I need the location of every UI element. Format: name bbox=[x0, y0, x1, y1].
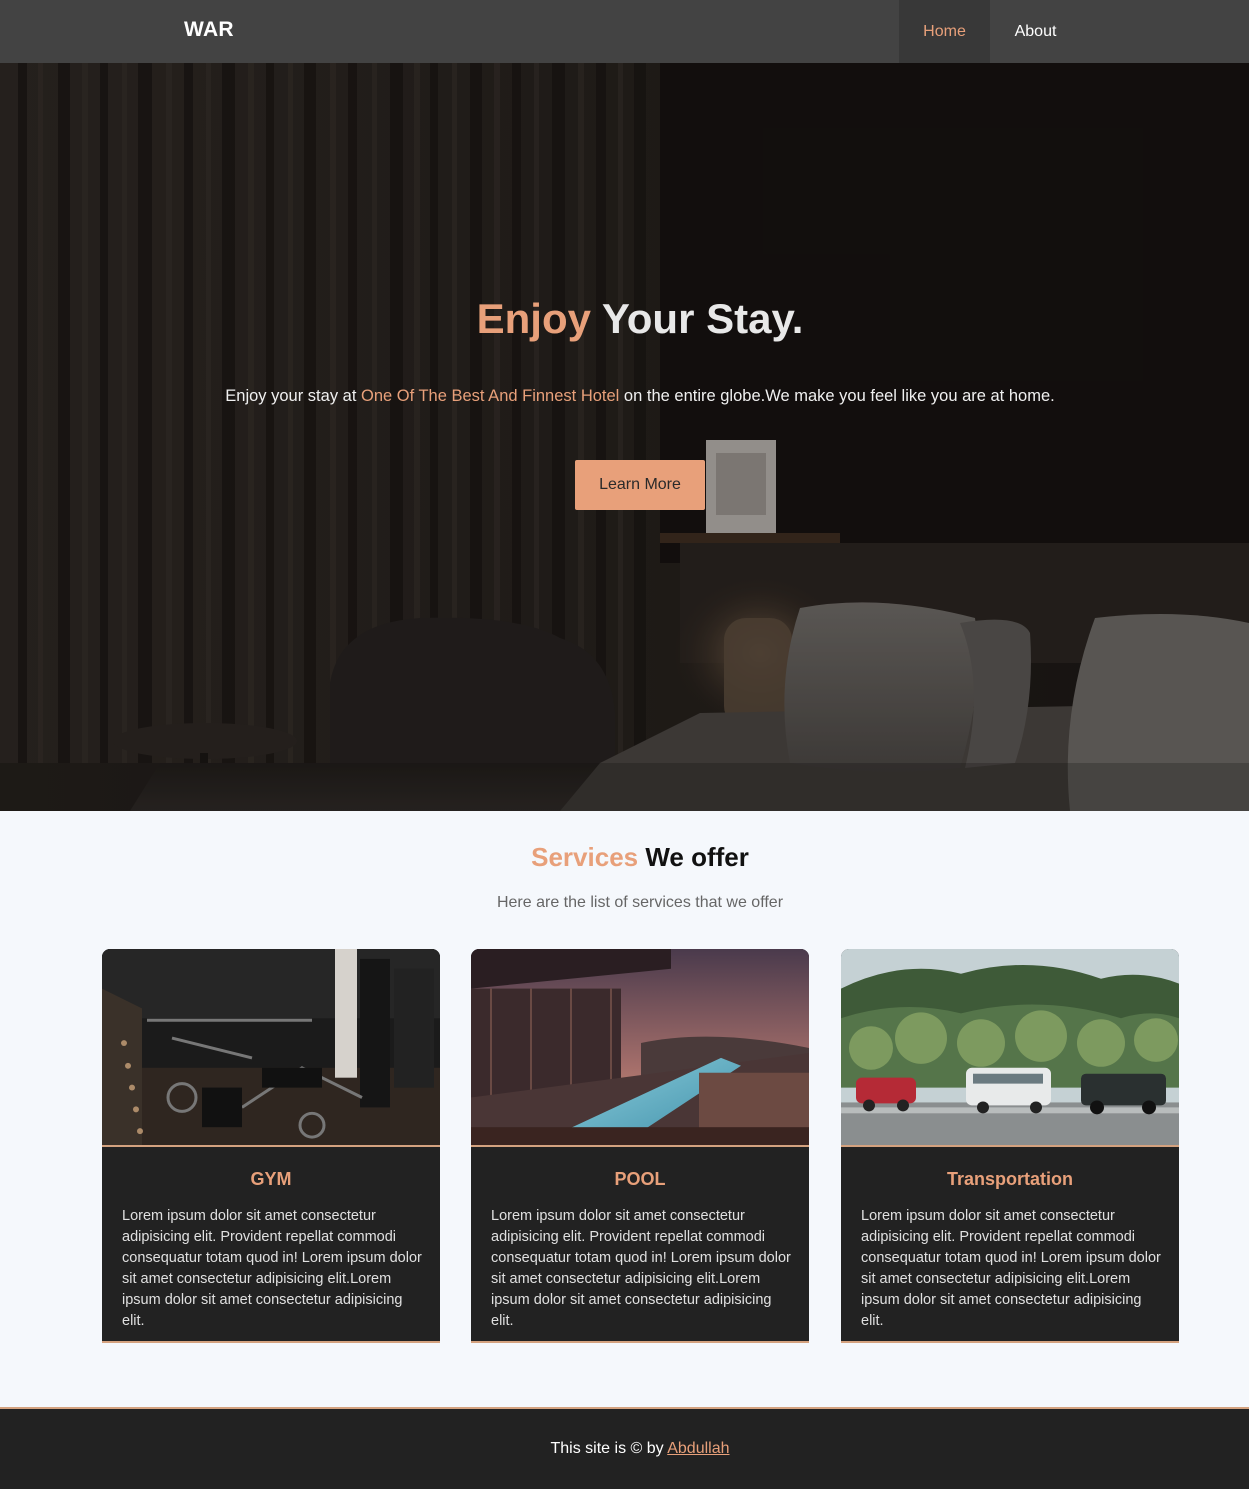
footer-text: This site is © by Abdullah bbox=[0, 1440, 1249, 1458]
site-footer: This site is © by Abdullah bbox=[0, 1407, 1249, 1489]
card-text-gym: Lorem ipsum dolor sit amet consectetur a… bbox=[122, 1208, 422, 1329]
hero-title-rest: Your Stay. bbox=[590, 295, 804, 342]
service-card-gym: GYM Lorem ipsum dolor sit amet consectet… bbox=[102, 949, 440, 1343]
card-text-transportation: Lorem ipsum dolor sit amet consectetur a… bbox=[861, 1208, 1161, 1329]
hero-text-after: on the entire globe.We make you feel lik… bbox=[619, 387, 1055, 405]
hero-overlay bbox=[0, 63, 1249, 811]
hero-text-accent: One Of The Best And Finnest Hotel bbox=[361, 387, 620, 405]
card-title-pool: POOL bbox=[614, 1169, 666, 1189]
card-title-gym: GYM bbox=[250, 1169, 292, 1189]
nav-link-home[interactable]: Home bbox=[899, 0, 990, 63]
brand-logo[interactable]: WAR bbox=[184, 18, 234, 42]
services-title: Services We offer bbox=[0, 842, 1249, 873]
hero-title-accent: Enjoy bbox=[476, 295, 591, 342]
card-text-pool: Lorem ipsum dolor sit amet consectetur a… bbox=[491, 1208, 791, 1329]
nav-link-about[interactable]: About bbox=[990, 0, 1081, 63]
service-card-transportation: Transportation Lorem ipsum dolor sit ame… bbox=[841, 949, 1179, 1343]
services-subtitle: Here are the list of services that we of… bbox=[496, 894, 784, 911]
pool-image bbox=[471, 949, 809, 1147]
transportation-image bbox=[841, 949, 1179, 1147]
footer-author-link[interactable]: Abdullah bbox=[667, 1440, 729, 1457]
nav-links: Home About bbox=[899, 0, 1081, 63]
learn-more-button[interactable]: Learn More bbox=[575, 460, 705, 510]
gym-image bbox=[102, 949, 440, 1147]
services-title-accent: Services bbox=[531, 842, 639, 872]
hero-text-before: Enjoy your stay at bbox=[225, 387, 361, 405]
hero-title: Enjoy Your Stay. bbox=[0, 295, 1249, 343]
hero-section: Enjoy Your Stay. Enjoy your stay at One … bbox=[0, 63, 1249, 811]
services-title-rest: We offer bbox=[638, 842, 749, 872]
top-navbar: WAR Home About bbox=[0, 0, 1249, 63]
card-title-transportation: Transportation bbox=[946, 1169, 1073, 1189]
service-card-pool: POOL Lorem ipsum dolor sit amet consecte… bbox=[471, 949, 809, 1343]
hero-description: Enjoy your stay at One Of The Best And F… bbox=[0, 387, 1249, 406]
footer-copyright: This site is © by bbox=[550, 1440, 668, 1457]
